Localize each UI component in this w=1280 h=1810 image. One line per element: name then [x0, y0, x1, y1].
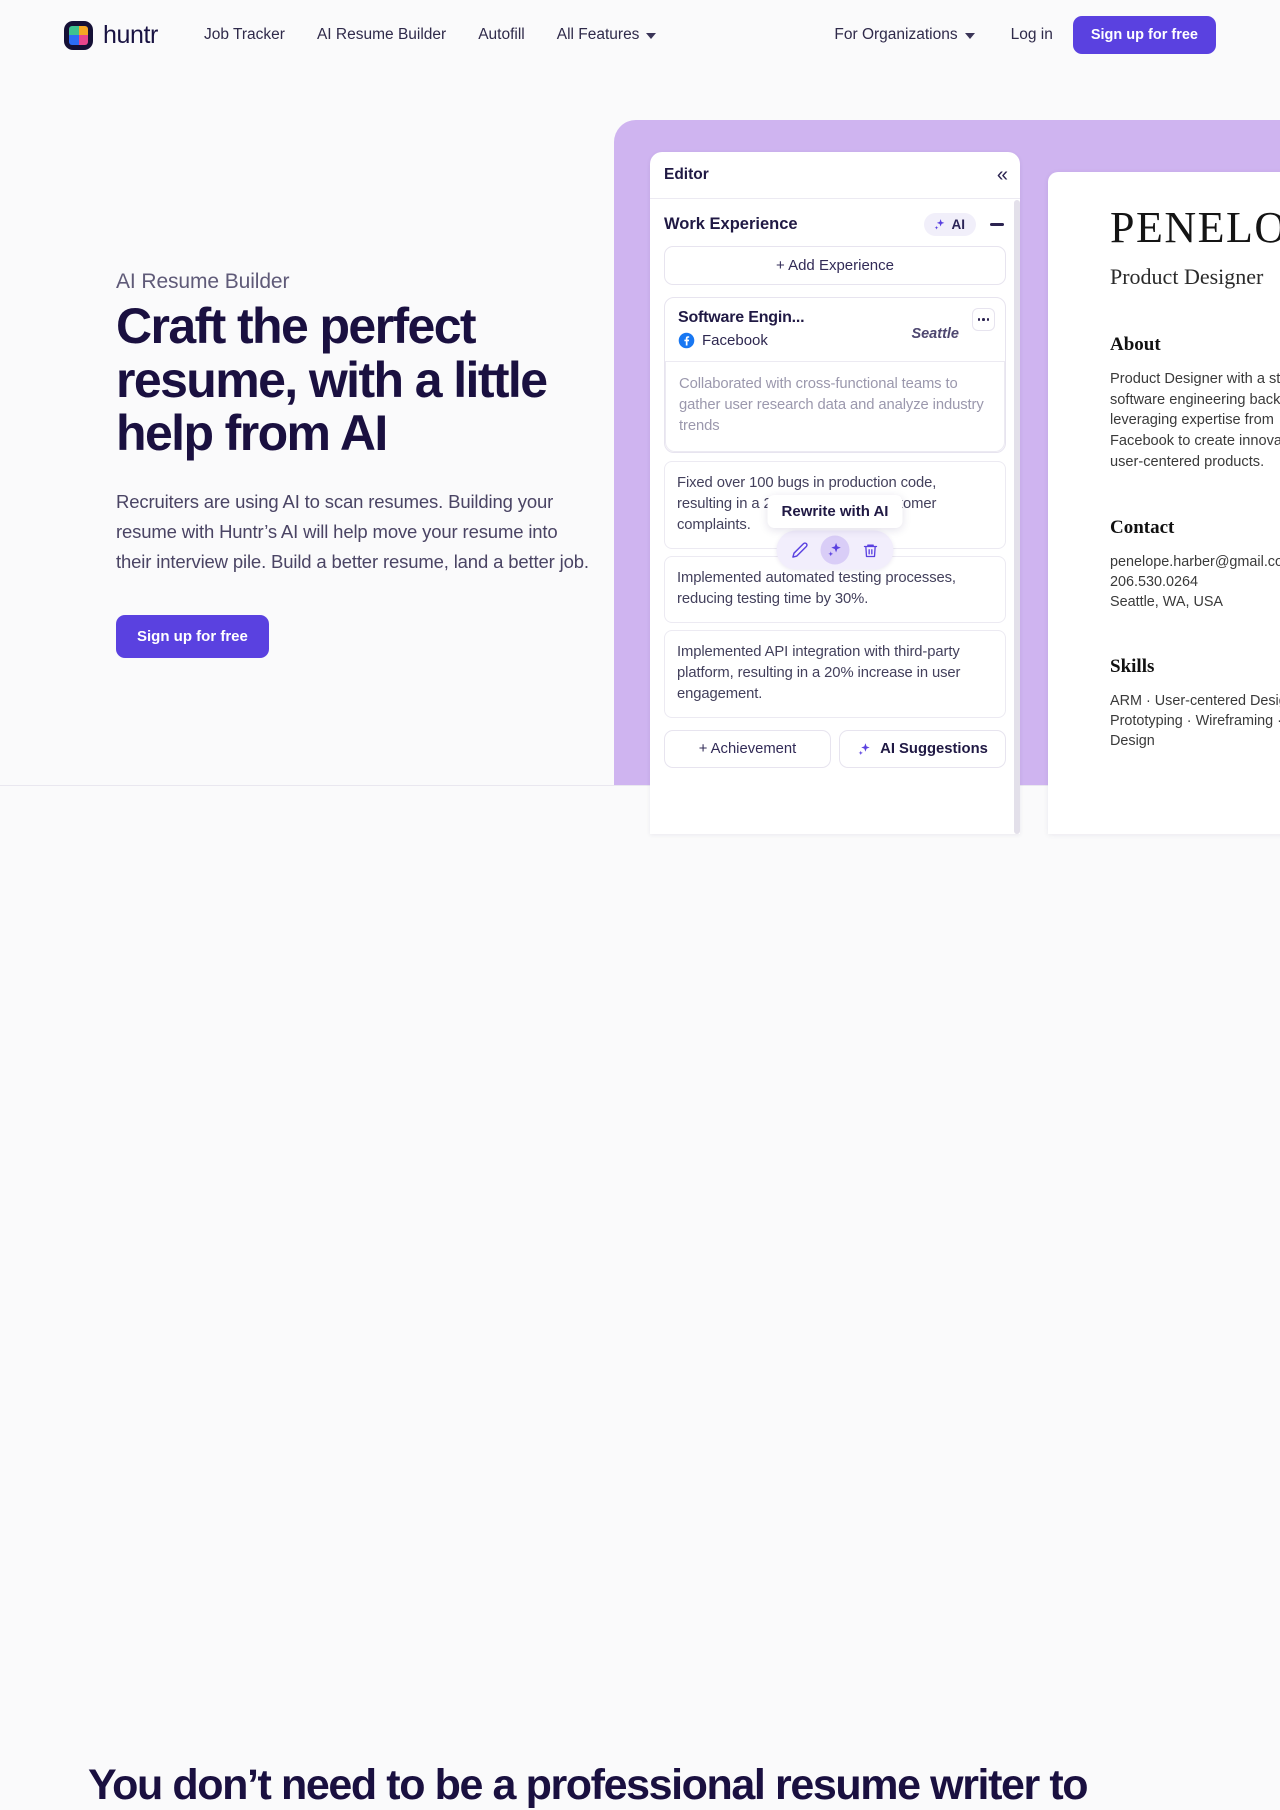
- achievement-bullet[interactable]: Implemented API integration with third-p…: [664, 630, 1006, 718]
- ai-badge-button[interactable]: AI: [923, 213, 976, 236]
- ai-suggestions-button[interactable]: AI Suggestions: [839, 730, 1006, 768]
- brand-name: huntr: [103, 20, 158, 49]
- chevron-down-icon: [964, 33, 975, 39]
- sparkle-icon: [934, 218, 944, 230]
- rewrite-with-ai-tooltip: Rewrite with AI: [767, 495, 903, 528]
- experience-card: Software Engin... Facebook Seattle Colla…: [664, 297, 1006, 453]
- editor-header: Editor «: [650, 152, 1020, 199]
- hero-text-block: AI Resume Builder Craft the perfect resu…: [116, 270, 596, 658]
- signup-button-hero[interactable]: Sign up for free: [116, 614, 269, 658]
- nav-item-label: Autofill: [478, 26, 525, 43]
- delete-trash-icon[interactable]: [856, 536, 885, 565]
- resume-contact-email: penelope.harber@gmail.com: [1110, 553, 1280, 570]
- top-navigation-bar: huntr Job Tracker AI Resume Builder Auto…: [0, 0, 1280, 70]
- logo-swatch-blue: [69, 35, 79, 45]
- resume-editor-panel: Editor « Work Experience AI + Add Experi…: [650, 152, 1020, 834]
- resume-contact-location: Seattle, WA, USA: [1110, 593, 1224, 610]
- logo-color-grid: [69, 25, 88, 45]
- nav-item-for-organizations[interactable]: For Organizations: [818, 26, 990, 44]
- resume-skills-text: ARM · User-centered Design · Prototyping…: [1110, 693, 1280, 750]
- login-link[interactable]: Log in: [995, 26, 1069, 44]
- experience-location[interactable]: Seattle: [911, 326, 959, 342]
- resume-candidate-role: Product Designer: [1110, 264, 1264, 289]
- hero-title: Craft the perfect resume, with a little …: [116, 298, 548, 461]
- logo-swatch-pink: [78, 35, 88, 45]
- editor-title: Editor: [664, 166, 709, 183]
- edit-pencil-icon[interactable]: [786, 536, 815, 565]
- logo-swatch-green: [69, 25, 79, 35]
- resume-about-heading: About: [1110, 334, 1161, 355]
- resume-preview-panel: PENELOPE Product Designer About Product …: [1048, 172, 1280, 834]
- resume-contact-heading: Contact: [1110, 516, 1175, 538]
- experience-footer-actions: + Achievement AI Suggestions: [664, 730, 1006, 768]
- chevron-down-icon: [646, 33, 657, 39]
- experience-bullet-hovered[interactable]: Collaborated with cross-functional teams…: [665, 361, 1005, 452]
- facebook-icon: [678, 332, 695, 349]
- work-experience-header: Work Experience AI: [650, 199, 1020, 246]
- logo-swatch-orange: [78, 25, 88, 35]
- experience-card-header: Software Engin... Facebook Seattle: [665, 298, 1005, 361]
- sparkle-icon: [858, 742, 870, 755]
- brand-logo-link[interactable]: huntr: [64, 20, 158, 50]
- nav-right-group: For Organizations Log in Sign up for fre…: [818, 16, 1216, 54]
- nav-item-all-features[interactable]: All Features: [541, 26, 673, 44]
- resume-about-text: Product Designer with a strong software …: [1110, 371, 1280, 470]
- nav-item-label: All Features: [556, 26, 640, 43]
- add-experience-button[interactable]: + Add Experience: [664, 246, 1006, 285]
- add-achievement-button[interactable]: + Achievement: [664, 730, 831, 768]
- nav-item-job-tracker[interactable]: Job Tracker: [188, 26, 301, 44]
- nav-item-label: AI Resume Builder: [316, 26, 447, 43]
- ai-badge-label: AI: [951, 217, 966, 232]
- nav-item-autofill[interactable]: Autofill: [462, 26, 541, 44]
- resume-contact-block: penelope.harber@gmail.com 206.530.0264 S…: [1110, 552, 1280, 612]
- experience-role-title[interactable]: Software Engin...: [678, 309, 992, 327]
- resume-skills-heading: Skills: [1110, 656, 1155, 678]
- resume-contact-phone: 206.530.0264: [1110, 573, 1199, 590]
- bullet-action-toolbar: [776, 530, 894, 570]
- editor-scrollbar[interactable]: [1014, 200, 1020, 834]
- signup-button-nav[interactable]: Sign up for free: [1072, 16, 1216, 54]
- sparkle-icon: [828, 542, 841, 557]
- primary-nav-links: Job Tracker AI Resume Builder Autofill A…: [188, 26, 672, 44]
- resume-candidate-name: PENELOPE: [1110, 203, 1280, 252]
- nav-item-label: Job Tracker: [203, 26, 285, 43]
- section-title: Work Experience: [664, 215, 798, 233]
- lower-section-title: You don’t need to be a professional resu…: [88, 1761, 1089, 1809]
- hero-eyebrow: AI Resume Builder: [116, 270, 290, 293]
- nav-item-ai-resume-builder[interactable]: AI Resume Builder: [301, 26, 462, 44]
- experience-company-name[interactable]: Facebook: [702, 332, 768, 349]
- nav-left-group: huntr Job Tracker AI Resume Builder Auto…: [0, 20, 672, 50]
- hero-description: Recruiters are using AI to scan resumes.…: [116, 490, 589, 572]
- ai-suggestions-label: AI Suggestions: [880, 741, 988, 757]
- collapse-panel-icon[interactable]: «: [997, 165, 1008, 185]
- login-label: Log in: [1010, 26, 1053, 43]
- collapse-section-minus-icon[interactable]: [988, 216, 1006, 234]
- experience-more-options-icon[interactable]: [972, 308, 995, 331]
- rewrite-with-ai-sparkle-icon[interactable]: [820, 535, 850, 565]
- nav-item-label: For Organizations: [834, 26, 958, 43]
- huntr-logo-icon: [64, 20, 93, 50]
